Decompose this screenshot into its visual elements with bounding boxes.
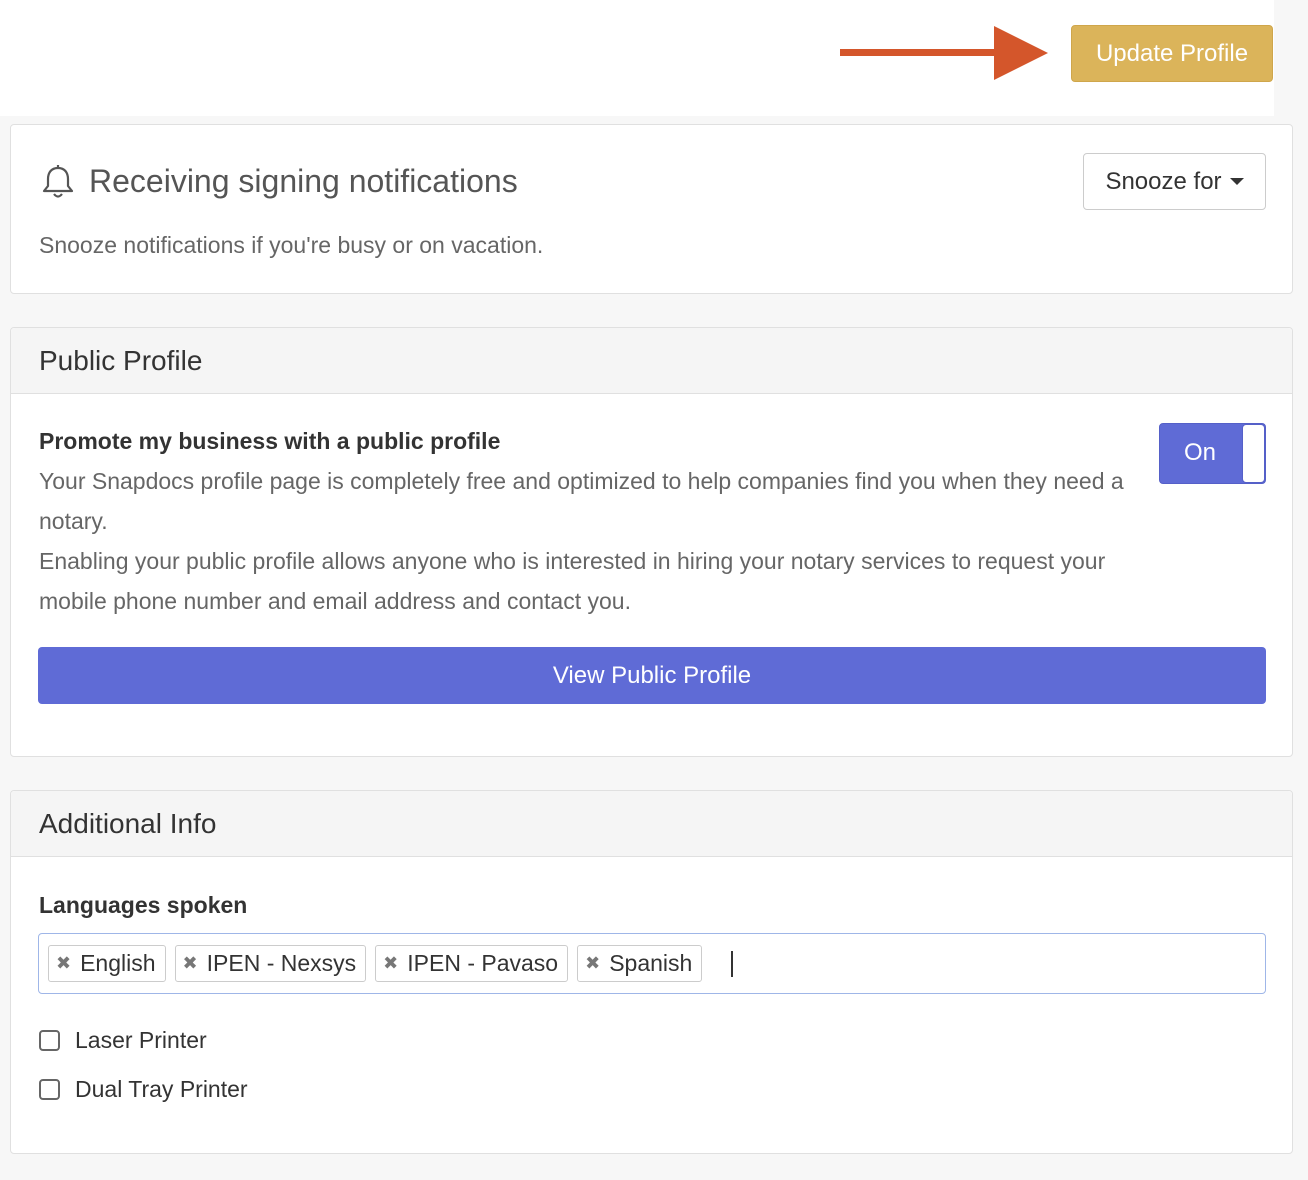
remove-tag-icon[interactable]: ✖: [585, 953, 600, 974]
toggle-label: On: [1184, 439, 1217, 466]
remove-tag-icon[interactable]: ✖: [56, 953, 71, 974]
promote-text-1: Your Snapdocs profile page is completely…: [39, 468, 1124, 534]
text-cursor: [731, 950, 734, 977]
notifications-card: Receiving signing notifications Snooze f…: [10, 124, 1293, 294]
language-tag-label: English: [80, 950, 156, 976]
public-profile-header: Public Profile: [11, 328, 1292, 394]
dual-tray-printer-label: Dual Tray Printer: [75, 1076, 248, 1102]
promote-title: Promote my business with a public profil…: [39, 428, 501, 454]
view-public-profile-button[interactable]: View Public Profile: [38, 647, 1266, 704]
arrow-right-icon: [840, 26, 1048, 80]
dual-tray-printer-checkbox[interactable]: [39, 1079, 60, 1100]
language-tag: ✖ Spanish: [577, 945, 703, 982]
notifications-title: Receiving signing notifications: [41, 163, 518, 200]
dual-tray-printer-option[interactable]: Dual Tray Printer: [39, 1076, 248, 1103]
laser-printer-label: Laser Printer: [75, 1027, 207, 1053]
notifications-title-text: Receiving signing notifications: [89, 163, 518, 199]
caret-down-icon: [1229, 178, 1244, 185]
language-tag: ✖ English: [48, 945, 166, 982]
languages-input[interactable]: ✖ English ✖ IPEN - Nexsys ✖ IPEN - Pavas…: [38, 933, 1266, 994]
snooze-dropdown-button[interactable]: Snooze for: [1083, 153, 1266, 210]
promote-description: Your Snapdocs profile page is completely…: [39, 461, 1139, 621]
public-profile-card: Public Profile Promote my business with …: [10, 327, 1293, 757]
languages-label: Languages spoken: [39, 892, 248, 918]
laser-printer-option[interactable]: Laser Printer: [39, 1027, 207, 1054]
remove-tag-icon[interactable]: ✖: [383, 953, 398, 974]
snooze-label: Snooze for: [1105, 167, 1222, 195]
additional-info-card: Additional Info Languages spoken ✖ Engli…: [10, 790, 1293, 1154]
additional-info-header: Additional Info: [11, 791, 1292, 857]
language-tag-label: IPEN - Pavaso: [407, 950, 559, 976]
public-profile-toggle[interactable]: On: [1159, 423, 1266, 484]
toggle-knob: [1242, 424, 1265, 483]
laser-printer-checkbox[interactable]: [39, 1030, 60, 1051]
remove-tag-icon[interactable]: ✖: [183, 953, 198, 974]
top-bar: Update Profile: [0, 0, 1274, 116]
notifications-description: Snooze notifications if you're busy or o…: [39, 232, 544, 258]
language-tag-label: IPEN - Nexsys: [206, 950, 357, 976]
update-profile-button[interactable]: Update Profile: [1071, 25, 1273, 82]
language-tag: ✖ IPEN - Pavaso: [375, 945, 569, 982]
language-tag-label: Spanish: [609, 950, 693, 976]
language-tag: ✖ IPEN - Nexsys: [174, 945, 367, 982]
bell-icon: [42, 164, 74, 198]
promote-text-2: Enabling your public profile allows anyo…: [39, 548, 1106, 614]
